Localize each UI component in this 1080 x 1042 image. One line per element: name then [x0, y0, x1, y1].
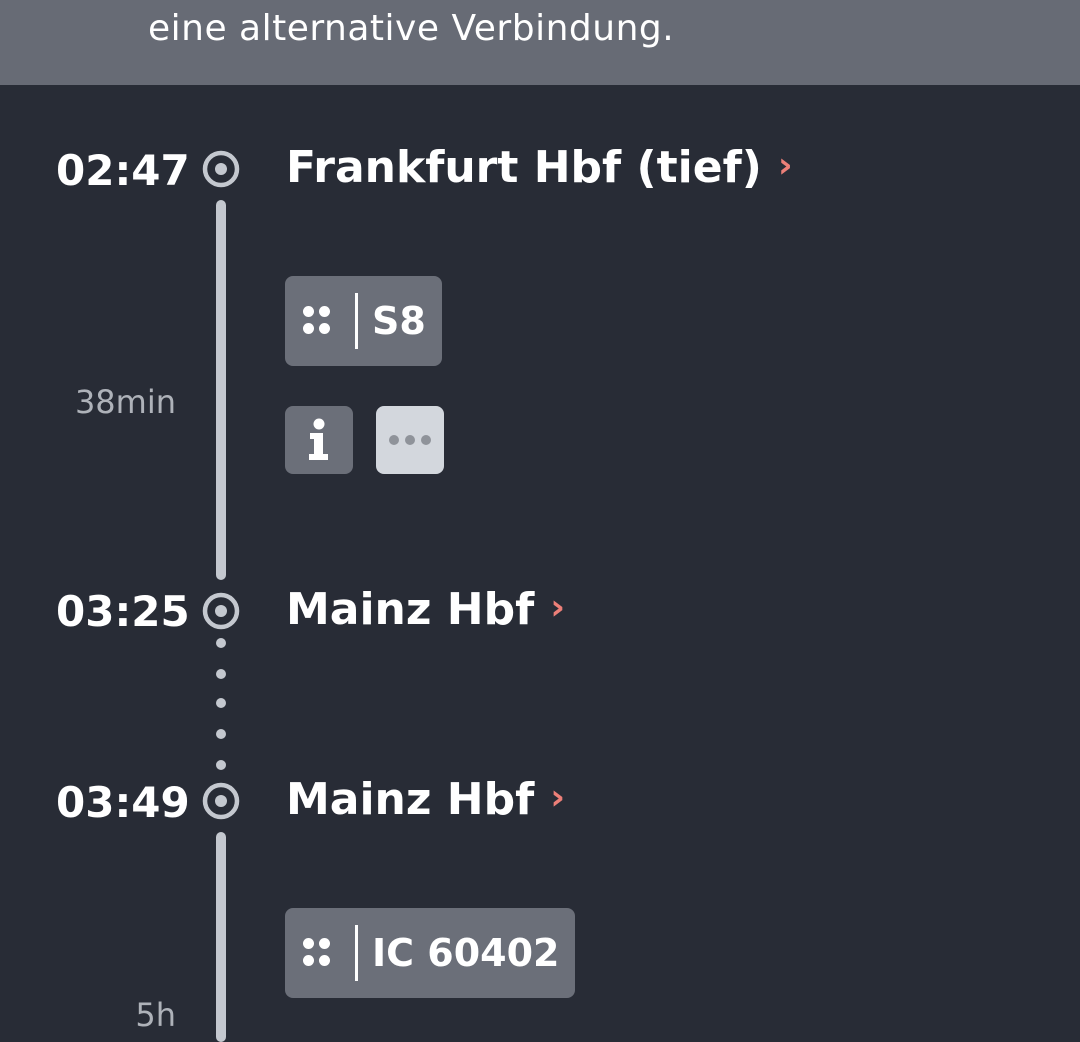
- chevron-right-icon: ›: [550, 587, 566, 628]
- train-name: IC 60402: [372, 931, 560, 975]
- timeline-segment: [216, 832, 226, 1042]
- stop-circle-icon: [202, 150, 240, 188]
- train-name: S8: [372, 299, 426, 343]
- departure-time: 03:49: [56, 778, 190, 827]
- stop-circle-icon: [202, 592, 240, 630]
- transfer-dot: [216, 638, 226, 648]
- station-link-frankfurt[interactable]: Frankfurt Hbf (tief) ›: [286, 142, 793, 193]
- grip-dots-icon: [303, 938, 333, 968]
- notice-text: eine alternative Verbindung.: [148, 8, 675, 49]
- leg-duration: 5h: [135, 996, 176, 1034]
- station-link-mainz-arrival[interactable]: Mainz Hbf ›: [286, 584, 565, 635]
- notice-banner: eine alternative Verbindung.: [0, 0, 1080, 85]
- chevron-right-icon: ›: [777, 145, 793, 186]
- transfer-dot: [216, 729, 226, 739]
- leg-duration: 38min: [74, 383, 176, 421]
- train-badge-s8[interactable]: S8: [285, 276, 442, 366]
- transfer-dot: [216, 669, 226, 679]
- more-options-button[interactable]: [376, 406, 444, 474]
- station-name: Mainz Hbf: [286, 774, 535, 825]
- transfer-dot: [216, 698, 226, 708]
- more-dot: [405, 435, 415, 445]
- badge-separator: [355, 925, 358, 981]
- grip-dots-icon: [303, 306, 333, 336]
- timeline-segment: [216, 200, 226, 580]
- info-icon: [309, 418, 328, 460]
- more-dot: [389, 435, 399, 445]
- station-name: Frankfurt Hbf (tief): [286, 142, 762, 193]
- more-dot: [421, 435, 431, 445]
- station-link-mainz-departure[interactable]: Mainz Hbf ›: [286, 774, 565, 825]
- transfer-dot: [216, 760, 226, 770]
- departure-time: 02:47: [56, 146, 190, 195]
- station-name: Mainz Hbf: [286, 584, 535, 635]
- chevron-right-icon: ›: [550, 777, 566, 818]
- info-button[interactable]: [285, 406, 353, 474]
- badge-separator: [355, 293, 358, 349]
- stop-circle-icon: [202, 782, 240, 820]
- arrival-time: 03:25: [56, 587, 190, 636]
- train-badge-ic-60402[interactable]: IC 60402: [285, 908, 576, 998]
